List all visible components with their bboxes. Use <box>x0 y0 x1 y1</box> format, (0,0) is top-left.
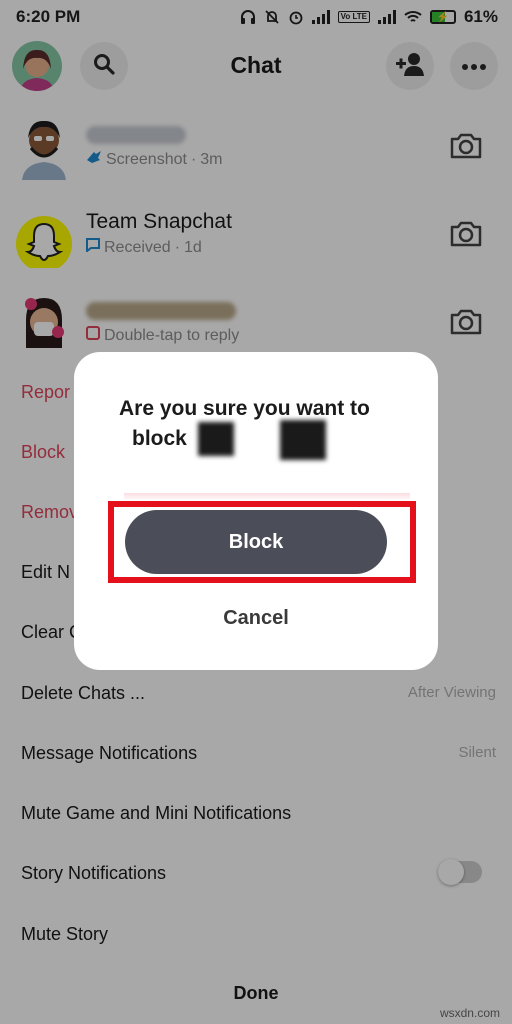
redacted-name <box>280 420 326 460</box>
redacted-name <box>198 422 234 456</box>
dialog-message-line2: block <box>132 427 187 450</box>
dialog-message: Are you sure you want to <box>119 397 370 420</box>
cancel-button[interactable]: Cancel <box>74 607 438 630</box>
divider <box>124 493 410 501</box>
block-confirm-dialog: Are you sure you want to block Block Can… <box>74 352 438 670</box>
confirm-block-button[interactable]: Block <box>125 510 387 574</box>
